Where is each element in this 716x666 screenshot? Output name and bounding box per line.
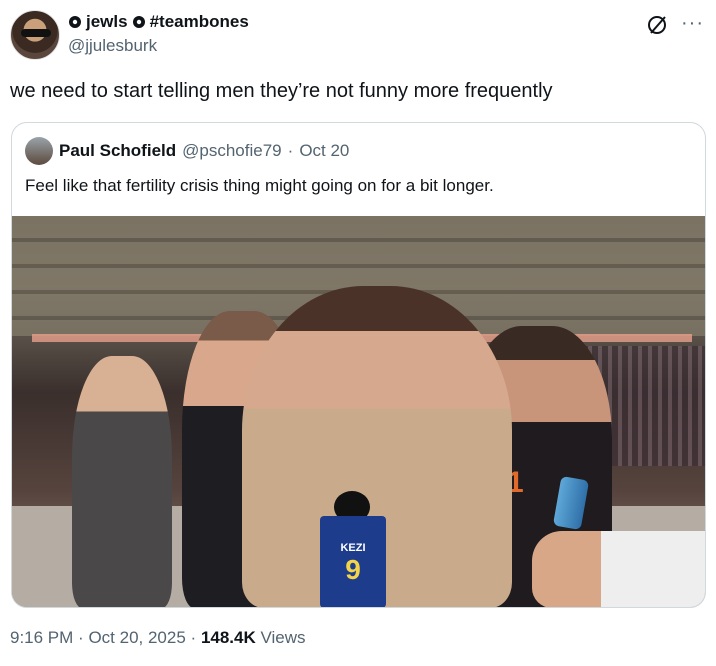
post-time[interactable]: 9:16 PM (10, 628, 73, 647)
separator: · (78, 628, 84, 647)
avatar (25, 137, 53, 165)
quote-author-name: Paul Schofield (59, 141, 177, 160)
more-icon[interactable]: ··· (681, 12, 704, 35)
post-date[interactable]: Oct 20, 2025 (88, 628, 185, 647)
flower-badge-icon (69, 16, 81, 28)
tweet-footer: 9:16 PM · Oct 20, 2025 · 148.4K Views (10, 628, 306, 648)
quote-text: Feel like that fertility crisis thing mi… (25, 176, 494, 195)
grok-icon[interactable] (646, 14, 668, 36)
flower-badge-icon (132, 16, 145, 28)
views-count: 148.4K (200, 628, 256, 647)
person-left (72, 356, 172, 607)
mic-logo: KEZI (340, 542, 366, 554)
author-names: jewls #teambones @jjulesburk (68, 12, 249, 56)
tweet-text: we need to start telling men they’re not… (10, 80, 553, 102)
separator: · (190, 628, 197, 647)
quote-media-image[interactable]: 1 KEZI 9 (12, 216, 705, 607)
avatar[interactable] (10, 10, 60, 60)
quote-header: Paul Schofield @pschofie79 · Oct 20 (25, 137, 349, 165)
quote-date: Oct 20 (299, 141, 350, 160)
quote-handle: @pschofie79 (182, 141, 282, 160)
views-label: Views (260, 628, 306, 647)
display-name[interactable]: jewls #teambones (68, 12, 249, 32)
hashtag-text: #teambones (149, 12, 249, 31)
hand (532, 531, 705, 607)
author-handle[interactable]: @jjulesburk (68, 36, 249, 56)
quoted-tweet[interactable]: Paul Schofield @pschofie79 · Oct 20 Feel… (11, 122, 706, 608)
display-name-text: jewls (86, 12, 128, 31)
separator: · (287, 141, 294, 160)
mic-number: 9 (345, 554, 361, 585)
tweet-header: jewls #teambones @jjulesburk ··· (10, 10, 706, 62)
